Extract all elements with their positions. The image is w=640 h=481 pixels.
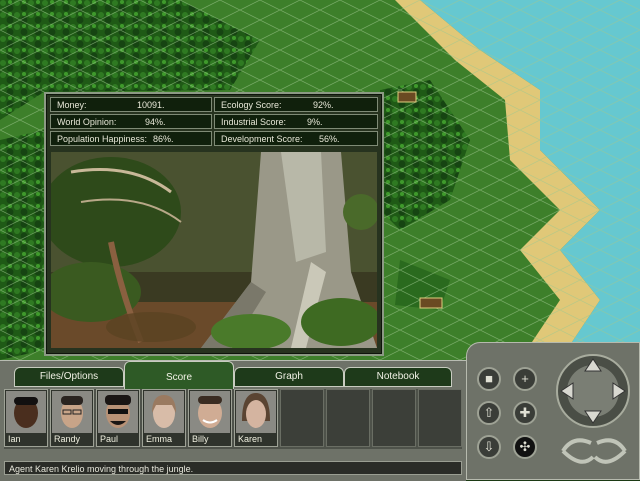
agent-portrait-ian[interactable]: Ian [4,389,48,447]
population-happiness-stat: Population Happiness: 86%. [50,131,212,146]
empty-agent-slot [280,389,324,447]
world-opinion-value: 94%. [145,117,166,127]
karen-name: Karen [238,434,263,444]
development-score-label: Development Score: [221,134,303,144]
development-score-stat: Development Score: 56%. [214,131,378,146]
money-value: 10091. [137,100,165,110]
jungle-scene-image [51,152,377,348]
agent-portrait-karen[interactable]: Karen [234,389,278,447]
up-arrow-icon[interactable]: ⇧ [477,401,501,425]
ecology-score-stat: Ecology Score: 92%. [214,97,378,112]
money-label: Money: [57,100,87,110]
bottom-bar: Files/Options Score Graph Notebook Ian R… [0,360,466,481]
population-happiness-label: Population Happiness: [57,134,148,144]
status-message: Agent Karen Krelio moving through the ju… [4,461,462,475]
move-icon[interactable]: ✚ [513,401,537,425]
plus-icon[interactable]: + [513,367,537,391]
paul-photo [98,391,138,433]
world-opinion-stat: World Opinion: 94%. [50,114,212,129]
down-arrow-icon[interactable]: ⇩ [477,435,501,459]
tab-notebook[interactable]: Notebook [344,367,452,387]
square-icon[interactable]: ■ [477,367,501,391]
empty-agent-slot [326,389,370,447]
industrial-score-stat: Industrial Score: 9%. [214,114,378,129]
randy-photo [52,391,92,433]
development-score-value: 56%. [319,134,340,144]
agent-portrait-paul[interactable]: Paul [96,389,140,447]
emma-name: Emma [146,434,173,444]
paul-name: Paul [100,434,119,444]
agent-portrait-randy[interactable]: Randy [50,389,94,447]
industrial-score-value: 9%. [307,117,323,127]
empty-agent-slot [372,389,416,447]
billy-photo [190,391,230,433]
agent-portrait-emma[interactable]: Emma [142,389,186,447]
tab-score[interactable]: Score [124,361,234,391]
ian-name: Ian [8,434,21,444]
score-panel: Money: 10091. Ecology Score: 92%. World … [44,92,384,356]
tab-files-options[interactable]: Files/Options [14,367,124,387]
tab-graph[interactable]: Graph [234,367,344,387]
population-happiness-value: 86%. [153,134,174,144]
navigation-controls: ■ + ⇧ ✚ ⇩ ✣ [466,342,640,480]
empty-agent-slot [418,389,462,447]
rotate-icon[interactable]: ✣ [513,435,537,459]
emma-photo [144,391,184,433]
industrial-score-label: Industrial Score: [221,117,287,127]
billy-name: Billy [192,434,209,444]
karen-photo [236,391,276,433]
world-opinion-label: World Opinion: [57,117,117,127]
ecology-score-label: Ecology Score: [221,100,282,110]
randy-name: Randy [54,434,81,444]
compass-icon[interactable] [553,351,635,473]
agent-roster: Ian Randy Paul Emma Billy Karen [4,389,462,449]
ecology-score-value: 92%. [313,100,334,110]
ian-photo [6,391,46,433]
money-stat: Money: 10091. [50,97,212,112]
agent-portrait-billy[interactable]: Billy [188,389,232,447]
